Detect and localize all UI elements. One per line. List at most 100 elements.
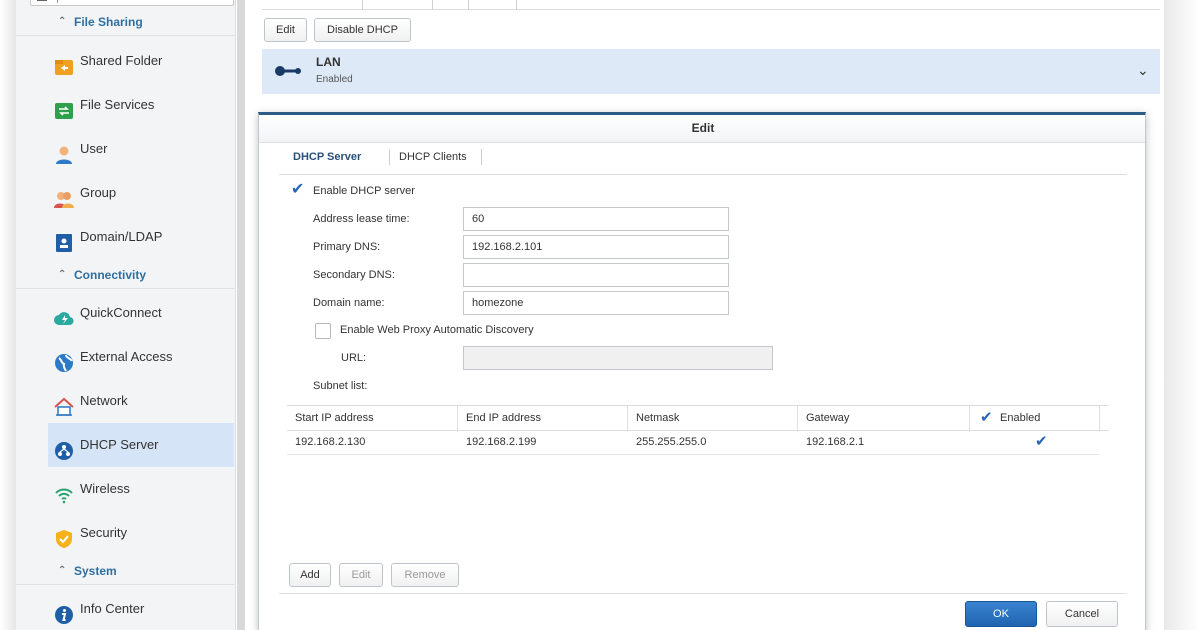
lan-interface-row[interactable] [262, 49, 1160, 94]
section-label: File Sharing [74, 15, 143, 29]
dialog-title: Edit [691, 121, 715, 135]
search-field[interactable] [30, 0, 234, 6]
cell-start-ip: 192.168.2.130 [295, 436, 366, 448]
globe-icon [54, 347, 74, 372]
url-input[interactable] [463, 346, 773, 370]
dhcp-server-icon [54, 435, 74, 460]
secondary-dns-input[interactable] [463, 263, 729, 287]
checkmark-icon: ✔ [980, 409, 993, 426]
tab-divider [516, 0, 517, 10]
tab-dhcp-clients[interactable]: DHCP Clients [385, 145, 481, 175]
lock-icon [37, 0, 47, 1]
primary-dns-input[interactable] [463, 235, 729, 259]
add-subnet-button[interactable]: Add [289, 563, 331, 587]
enable-dhcp-checkbox[interactable]: ✔ [289, 181, 305, 199]
column-header-netmask[interactable]: Netmask [628, 406, 798, 432]
sidebar-item-label: Domain/LDAP [80, 229, 163, 244]
chevron-up-icon: ⌃ [58, 269, 67, 280]
top-tab-strip [262, 0, 1160, 10]
sidebar-item-quickconnect[interactable]: QuickConnect [48, 291, 234, 335]
dialog-footer-divider [279, 593, 1127, 594]
quickconnect-icon [54, 303, 74, 326]
url-label: URL: [341, 352, 367, 364]
section-file-sharing[interactable]: ⌃ File Sharing [16, 8, 236, 36]
cell-enabled-checkbox[interactable]: ✔ [1027, 431, 1057, 455]
info-icon [54, 599, 74, 624]
column-header-end-ip[interactable]: End IP address [458, 406, 628, 432]
sidebar-item-group[interactable]: Group [48, 171, 234, 215]
sidebar-item-security[interactable]: Security [48, 511, 234, 555]
sidebar-item-domain-ldap[interactable]: Domain/LDAP [48, 215, 234, 259]
window-shadow-left [0, 0, 16, 630]
tab-dhcp-server[interactable]: DHCP Server [279, 145, 375, 175]
sidebar-item-label: User [80, 141, 108, 156]
cancel-button[interactable]: Cancel [1046, 601, 1118, 627]
domain-name-label: Domain name: [313, 297, 385, 309]
sidebar-item-info-center[interactable]: Info Center [48, 587, 234, 630]
sidebar-item-dhcp-server[interactable]: DHCP Server [48, 423, 234, 467]
chevron-down-icon[interactable]: ⌄ [1137, 62, 1149, 79]
user-icon [54, 139, 74, 164]
enable-dhcp-label: Enable DHCP server [313, 185, 415, 197]
section-connectivity[interactable]: ⌃ Connectivity [16, 261, 236, 289]
sidebar-item-label: Wireless [80, 481, 130, 496]
secondary-dns-label: Secondary DNS: [313, 269, 395, 281]
domain-ldap-icon [54, 227, 74, 252]
wpad-checkbox[interactable] [315, 323, 331, 339]
sidebar-item-user[interactable]: User [48, 127, 234, 171]
primary-dns-label: Primary DNS: [313, 241, 381, 253]
shared-folder-icon [54, 51, 74, 75]
wifi-icon [54, 479, 74, 504]
wpad-label: Enable Web Proxy Automatic Discovery [340, 324, 534, 336]
cell-gateway: 192.168.2.1 [806, 436, 865, 448]
column-header-start-ip[interactable]: Start IP address [287, 406, 458, 432]
lan-status: Enabled [316, 74, 353, 85]
column-header-label: Enabled [1000, 412, 1041, 424]
tab-divider [481, 149, 482, 165]
sidebar-item-label: Group [80, 185, 117, 200]
text-cursor [57, 0, 58, 3]
remove-subnet-button[interactable]: Remove [391, 563, 459, 587]
file-services-icon [54, 95, 74, 119]
sidebar-item-file-services[interactable]: File Services [48, 83, 234, 127]
grid-header: Start IP address End IP address Netmask … [287, 405, 1109, 432]
sidebar-item-label: File Services [80, 97, 155, 112]
ok-button[interactable]: OK [965, 601, 1037, 627]
edit-button[interactable]: Edit [264, 18, 307, 42]
section-system[interactable]: ⌃ System [16, 557, 236, 585]
cell-netmask: 255.255.255.0 [636, 436, 707, 448]
chevron-up-icon: ⌃ [58, 565, 67, 576]
edit-dialog: Edit DHCP Server DHCP Clients ✔ Enable D… [258, 112, 1146, 630]
network-home-icon [54, 391, 74, 416]
network-connection-icon [274, 64, 304, 81]
tab-divider [468, 0, 469, 10]
sidebar-item-label: Network [80, 393, 128, 408]
shield-icon [54, 523, 74, 548]
chevron-up-icon: ⌃ [58, 16, 67, 27]
tab-divider [362, 0, 363, 10]
sidebar-item-label: Info Center [80, 601, 145, 616]
edit-subnet-button[interactable]: Edit [339, 563, 383, 587]
checkmark-icon: ✔ [291, 181, 305, 198]
window-shadow-right [1164, 0, 1200, 630]
tab-divider [432, 0, 433, 10]
subnet-list-label: Subnet list: [313, 380, 368, 392]
lease-time-label: Address lease time: [313, 213, 410, 225]
sidebar-item-network[interactable]: Network [48, 379, 234, 423]
sidebar-item-label: Security [80, 525, 127, 540]
lease-time-input[interactable] [463, 207, 729, 231]
column-header-gateway[interactable]: Gateway [798, 406, 970, 432]
sidebar-item-label: External Access [80, 349, 173, 364]
column-header-enabled[interactable]: ✔ Enabled [970, 406, 1100, 432]
subnet-grid: Start IP address End IP address Netmask … [287, 405, 1109, 630]
section-label: Connectivity [74, 268, 147, 282]
table-row[interactable]: 192.168.2.130 192.168.2.199 255.255.255.… [287, 431, 1099, 455]
sidebar-item-external-access[interactable]: External Access [48, 335, 234, 379]
sidebar-scrollbar[interactable] [237, 0, 245, 630]
domain-name-input[interactable] [463, 291, 729, 315]
sidebar-item-wireless[interactable]: Wireless [48, 467, 234, 511]
sidebar-item-shared-folder[interactable]: Shared Folder [48, 39, 234, 83]
disable-dhcp-button[interactable]: Disable DHCP [314, 18, 411, 42]
lan-title: LAN [316, 55, 341, 69]
sidebar-item-label: QuickConnect [80, 305, 162, 320]
